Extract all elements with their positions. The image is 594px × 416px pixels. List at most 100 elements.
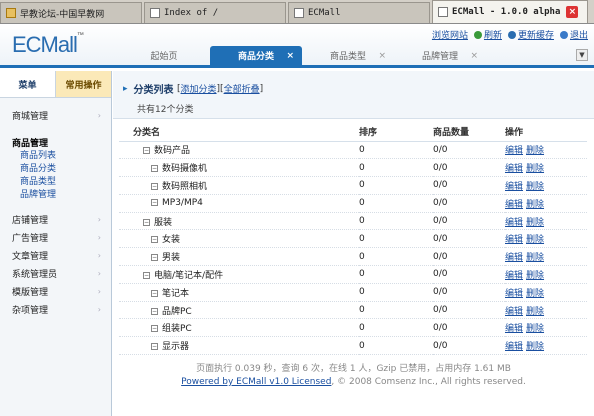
category-name-cell: − 数码产品: [119, 141, 359, 160]
delete-link[interactable]: 删除: [526, 182, 544, 192]
sidebar-subitem-goods-type[interactable]: 商品类型: [20, 176, 111, 189]
tree-toggle-icon[interactable]: −: [143, 218, 150, 226]
category-name: 数码摄像机: [162, 164, 208, 175]
tree-toggle-icon[interactable]: −: [151, 182, 158, 190]
actions-cell: 编辑 删除: [505, 158, 587, 178]
browser-tab-index[interactable]: Index of /: [144, 2, 286, 23]
edit-link[interactable]: 编辑: [505, 289, 523, 299]
edit-link[interactable]: 编辑: [505, 164, 523, 174]
tree-toggle-icon[interactable]: −: [151, 307, 158, 315]
category-name-cell: − 数码照相机: [119, 176, 359, 195]
tab-close-icon[interactable]: ×: [378, 51, 386, 61]
sidebar-submenu: 商品列表 商品分类 商品类型 品牌管理: [0, 150, 111, 202]
tree-toggle-icon[interactable]: −: [151, 236, 158, 244]
edit-link[interactable]: 编辑: [505, 235, 523, 245]
sidebar-item-goods-management[interactable]: 商品管理: [0, 132, 111, 150]
refresh-link[interactable]: 刷新: [473, 28, 502, 41]
actions-cell: 编辑 删除: [505, 301, 587, 320]
powered-by-link[interactable]: Powered by ECMall v1.0 Licensed: [181, 377, 331, 387]
delete-link[interactable]: 删除: [526, 253, 544, 263]
ecmall-logo: ECMall™: [12, 32, 84, 57]
sidebar-item-store-management[interactable]: 店铺管理 ›: [0, 210, 111, 228]
browser-tab-ecmall[interactable]: ECMall: [288, 2, 430, 23]
tree-toggle-icon[interactable]: −: [143, 147, 150, 155]
delete-link[interactable]: 删除: [526, 289, 544, 299]
sidebar-item-misc-management[interactable]: 杂项管理 ›: [0, 300, 111, 318]
add-category-link[interactable]: 添加分类: [181, 82, 217, 95]
edit-link[interactable]: 编辑: [505, 200, 523, 210]
delete-link[interactable]: 删除: [526, 200, 544, 210]
actions-cell: 编辑 删除: [505, 247, 587, 267]
tab-list-dropdown-icon[interactable]: ▼: [576, 49, 588, 61]
tree-toggle-icon[interactable]: −: [151, 254, 158, 262]
tab-home[interactable]: 起始页: [118, 46, 210, 65]
edit-link[interactable]: 编辑: [505, 307, 523, 317]
tab-close-icon[interactable]: ×: [470, 51, 478, 61]
category-name: 电脑/笔记本/配件: [154, 270, 224, 281]
sidebar-item-ad-management[interactable]: 广告管理 ›: [0, 228, 111, 246]
edit-link[interactable]: 编辑: [505, 182, 523, 192]
edit-link[interactable]: 编辑: [505, 146, 523, 156]
nav-tabs: 起始页 商品分类 × 商品类型 × 品牌管理 ×: [118, 46, 486, 65]
sidebar-subitem-goods-list[interactable]: 商品列表: [20, 150, 111, 163]
browse-site-link[interactable]: 浏览网站: [432, 28, 468, 41]
close-icon[interactable]: ×: [566, 6, 579, 18]
actions-cell: 编辑 删除: [505, 283, 587, 302]
quantity-cell: 0/0: [433, 301, 505, 320]
table-row: − 数码摄像机 0 0/0 编辑 删除: [119, 158, 587, 178]
tree-toggle-icon[interactable]: −: [151, 289, 158, 297]
quantity-cell: 0/0: [433, 336, 505, 356]
tree-toggle-icon[interactable]: −: [151, 343, 158, 351]
category-name: 数码照相机: [162, 181, 208, 192]
tab-goods-category[interactable]: 商品分类 ×: [210, 46, 302, 65]
browser-tab-title: Index of /: [164, 8, 219, 18]
update-cache-link[interactable]: 更新缓存: [507, 28, 554, 41]
sidebar-tabs: 菜单 常用操作: [0, 71, 111, 98]
edit-link[interactable]: 编辑: [505, 253, 523, 263]
delete-link[interactable]: 删除: [526, 164, 544, 174]
tree-toggle-icon[interactable]: −: [143, 271, 150, 279]
sidebar-item-template-management[interactable]: 模版管理 ›: [0, 282, 111, 300]
tab-close-icon[interactable]: ×: [286, 51, 294, 61]
delete-link[interactable]: 删除: [526, 342, 544, 352]
delete-link[interactable]: 删除: [526, 235, 544, 245]
edit-link[interactable]: 编辑: [505, 271, 523, 281]
delete-link[interactable]: 删除: [526, 324, 544, 334]
category-name: 女装: [162, 235, 181, 246]
delete-link[interactable]: 删除: [526, 146, 544, 156]
tab-brand-management[interactable]: 品牌管理 ×: [394, 46, 486, 65]
sidebar-subitem-goods-category[interactable]: 商品分类: [20, 163, 111, 176]
logout-link[interactable]: 退出: [559, 28, 588, 41]
page-icon: [294, 8, 304, 18]
sidebar-tab-quick-ops[interactable]: 常用操作: [56, 71, 111, 97]
table-row: − 品牌PC 0 0/0 编辑 删除: [119, 301, 587, 320]
delete-link[interactable]: 删除: [526, 271, 544, 281]
delete-link[interactable]: 删除: [526, 218, 544, 228]
tree-toggle-icon[interactable]: −: [151, 199, 158, 207]
collapse-all-link[interactable]: 全部折叠: [224, 82, 260, 95]
sidebar-item-sys-admin[interactable]: 系统管理员 ›: [0, 264, 111, 282]
edit-link[interactable]: 编辑: [505, 324, 523, 334]
sidebar-item-mall-management[interactable]: 商城管理 ›: [0, 106, 111, 124]
edit-link[interactable]: 编辑: [505, 218, 523, 228]
sidebar-tab-menu[interactable]: 菜单: [0, 71, 56, 97]
order-cell: 0: [359, 176, 433, 195]
page-title: ▸ 分类列表 [添加分类][全部折叠]: [123, 82, 264, 97]
browser-tab-ecmall-alpha[interactable]: ECMall - 1.0.0 alpha ×: [432, 0, 588, 23]
tab-goods-type[interactable]: 商品类型 ×: [302, 46, 394, 65]
sidebar-item-article-management[interactable]: 文章管理 ›: [0, 246, 111, 264]
edit-link[interactable]: 编辑: [505, 342, 523, 352]
arrow-right-icon: ▸: [123, 83, 128, 94]
actions-cell: 编辑 删除: [505, 318, 587, 338]
delete-link[interactable]: 删除: [526, 307, 544, 317]
actions-cell: 编辑 删除: [505, 141, 587, 160]
browser-tab-forum[interactable]: 早教论坛-中国早教网: [0, 2, 142, 23]
chevron-right-icon: ›: [97, 250, 101, 260]
tree-toggle-icon[interactable]: −: [151, 165, 158, 173]
tree-toggle-icon[interactable]: −: [151, 325, 158, 333]
table-row: − 组装PC 0 0/0 编辑 删除: [119, 318, 587, 338]
sidebar-subitem-brand[interactable]: 品牌管理: [20, 189, 111, 202]
actions-cell: 编辑 删除: [505, 212, 587, 231]
quantity-cell: 0/0: [433, 158, 505, 178]
category-name: 服装: [154, 217, 173, 228]
